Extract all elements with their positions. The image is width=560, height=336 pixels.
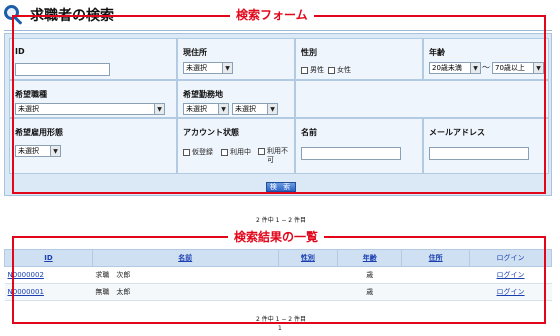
search-form-highlight bbox=[12, 15, 546, 194]
result-count-bottom: 2 件中 1 − 2 件目 bbox=[256, 316, 307, 323]
page-number[interactable]: 1 bbox=[278, 325, 282, 332]
result-count-top: 2 件中 1 − 2 件目 bbox=[256, 217, 307, 224]
search-form-annotation: 検索フォーム bbox=[230, 8, 314, 22]
results-annotation: 検索結果の一覧 bbox=[228, 230, 325, 244]
results-highlight bbox=[12, 236, 546, 324]
